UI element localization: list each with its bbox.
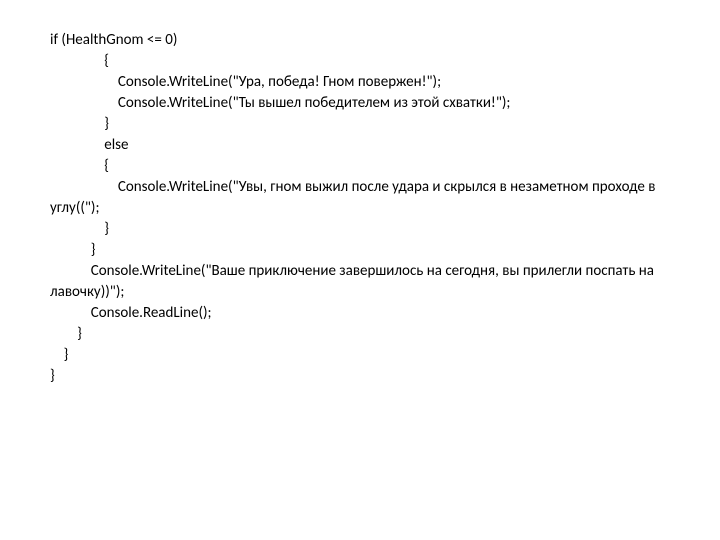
code-line: } <box>50 240 670 261</box>
code-line: Console.WriteLine("Увы, гном выжил после… <box>50 177 670 219</box>
code-block: if (HealthGnom <= 0) { Console.WriteLine… <box>50 30 670 387</box>
code-line: } <box>50 324 670 345</box>
code-line: } <box>50 345 670 366</box>
code-line: { <box>50 51 670 72</box>
code-line: { <box>50 156 670 177</box>
code-line: Console.WriteLine("Ваше приключение заве… <box>50 261 670 303</box>
code-line: if (HealthGnom <= 0) <box>50 30 670 51</box>
code-line: } <box>50 366 670 387</box>
code-line: Console.WriteLine("Ты вышел победителем … <box>50 93 670 114</box>
code-line: Console.WriteLine("Ура, победа! Гном пов… <box>50 72 670 93</box>
code-line: } <box>50 219 670 240</box>
code-line: } <box>50 114 670 135</box>
code-line: Console.ReadLine(); <box>50 303 670 324</box>
code-line: else <box>50 135 670 156</box>
